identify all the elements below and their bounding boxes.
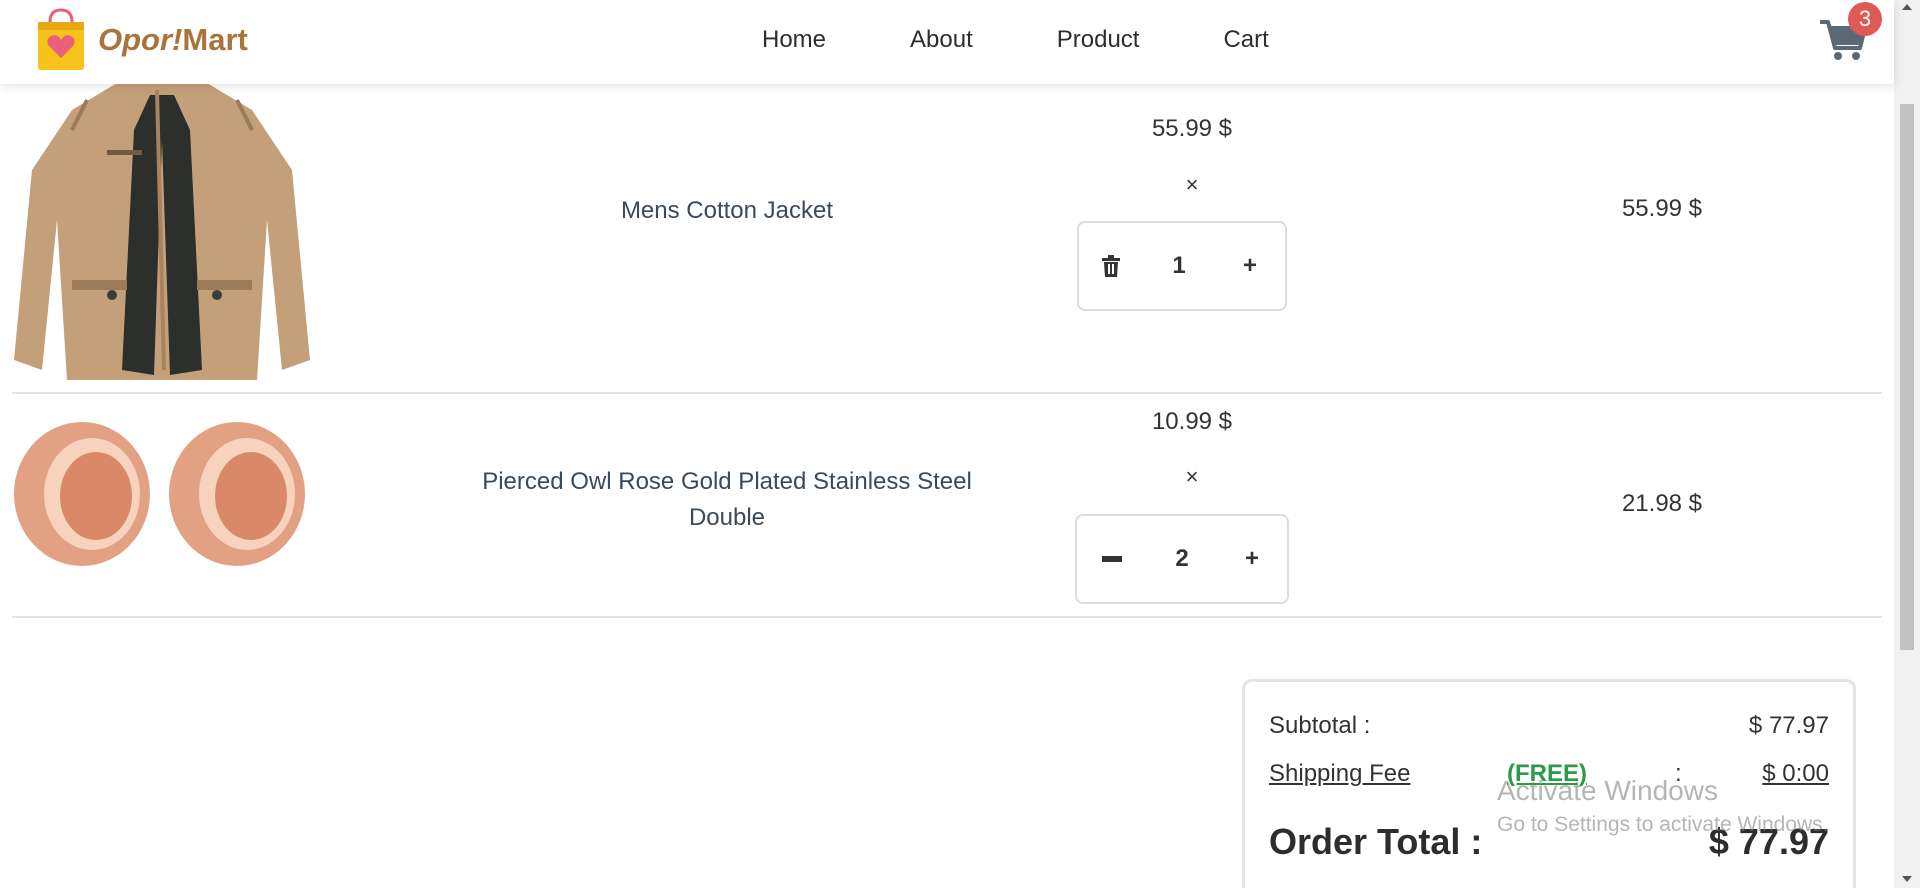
multiply-sign: × [1185,172,1199,197]
shipping-label: Shipping Fee [1269,760,1411,787]
watermark-title: Activate Windows [1497,775,1718,806]
line-total: 21.98 $ [1621,490,1703,517]
product-image-rings[interactable] [12,414,312,594]
quantity-stepper: 2 + [1075,514,1289,604]
brand-name-part1: Opor! [98,22,183,57]
quantity-stepper: 1 + [1077,221,1287,311]
trash-icon[interactable] [1101,255,1121,277]
brand-logo[interactable]: Opor!Mart [32,8,248,72]
watermark-subtitle: Go to Settings to activate Windows. [1497,813,1829,836]
nav-home[interactable]: Home [762,22,826,58]
line-total: 55.99 $ [1621,195,1703,222]
subtotal-row: Subtotal : $ 77.97 [1269,712,1829,740]
unit-price: 55.99 $ [1151,115,1233,142]
product-title[interactable]: Pierced Owl Rose Gold Plated Stainless S… [482,464,972,536]
cart-item-row: Mens Cotton Jacket 55.99 $ × 1 + 55.99 $ [12,60,1882,394]
order-total-label: Order Total : [1269,821,1483,862]
increment-button[interactable]: + [1237,252,1263,280]
scroll-thumb[interactable] [1900,104,1914,650]
increment-button[interactable]: + [1239,545,1265,573]
nav-cart[interactable]: Cart [1223,22,1268,58]
multiply-sign: × [1185,464,1199,489]
quantity-value: 1 [1172,252,1186,279]
nav-about[interactable]: About [910,22,973,58]
nav-product[interactable]: Product [1057,22,1140,58]
top-navbar: Opor!Mart Home About Product Cart 3 [0,0,1894,84]
brand-name: Opor!Mart [98,22,248,58]
minus-icon[interactable] [1099,556,1125,562]
shopping-bag-logo-icon [38,8,84,70]
scroll-down-arrow-icon[interactable] [1902,876,1912,882]
cart-count-badge: 3 [1848,2,1882,36]
subtotal-value: $ 77.97 [1748,712,1829,739]
main-nav: Home About Product Cart [762,22,1269,58]
cart-item-row: Pierced Owl Rose Gold Plated Stainless S… [12,394,1882,618]
product-title[interactable]: Mens Cotton Jacket [482,193,972,229]
unit-price: 10.99 $ [1151,408,1233,435]
scroll-up-arrow-icon[interactable] [1902,4,1912,10]
activate-windows-watermark: Activate Windows Go to Settings to activ… [1497,775,1829,837]
vertical-scrollbar[interactable] [1894,0,1920,888]
product-image-jacket[interactable] [12,70,312,390]
brand-name-part2: Mart [182,22,248,57]
subtotal-label: Subtotal : [1269,712,1371,739]
quantity-value: 2 [1175,545,1189,572]
